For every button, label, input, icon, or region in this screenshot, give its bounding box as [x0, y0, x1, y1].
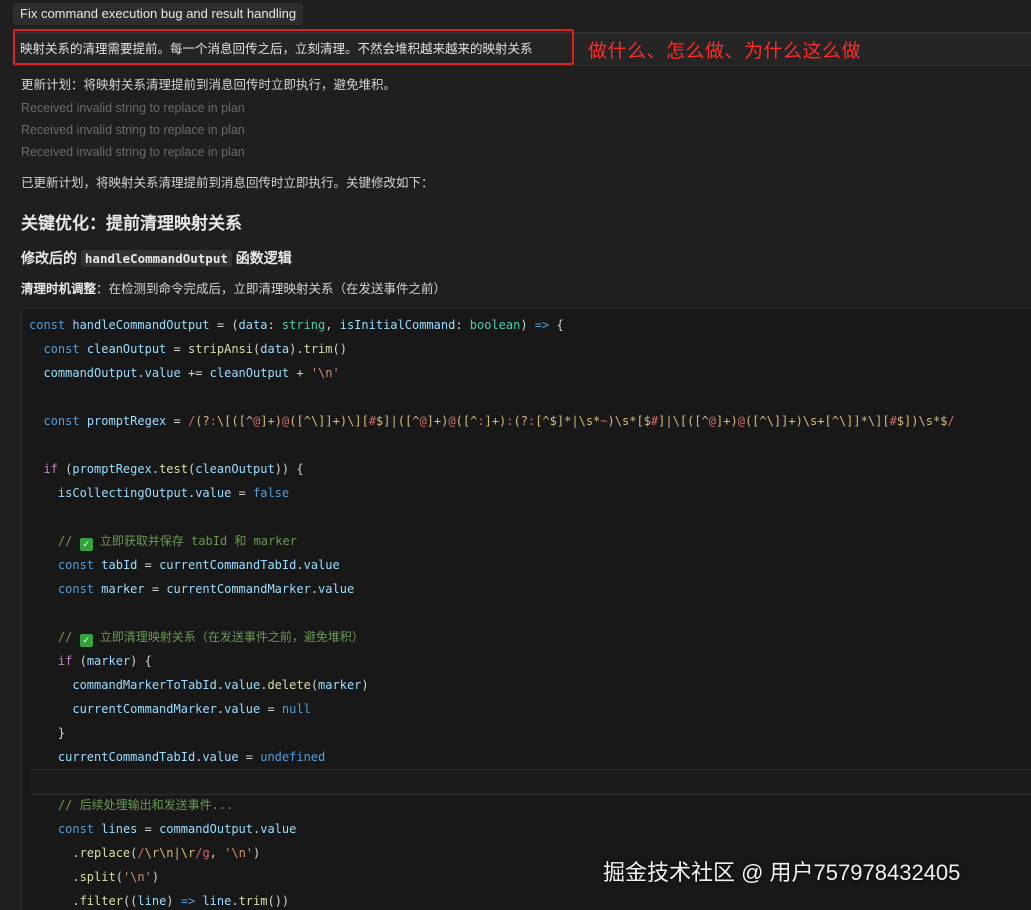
code-line: .filter((line) => line.trim())	[29, 894, 290, 908]
section-heading: 关键优化：提前清理映射关系	[21, 214, 242, 233]
subsection-heading: 修改后的 handleCommandOutput 函数逻辑	[21, 248, 292, 268]
code-line: .replace(/\r\n|\r/g, '\n')	[29, 846, 261, 860]
code-block[interactable]: const handleCommandOutput = (data: strin…	[21, 308, 1031, 910]
code-line: const promptRegex = /(?:\[([^@]+)@([^\]]…	[43, 414, 955, 428]
watermark: 掘金技术社区 @ 用户757978432405	[603, 860, 961, 885]
code-line: // ✓ 立即获取并保存 tabId 和 marker	[57, 534, 297, 551]
code-line: // ✓ 立即清理映射关系（在发送事件之前，避免堆积）	[57, 630, 364, 647]
code-line: if (promptRegex.test(cleanOutput)) {	[43, 462, 304, 476]
subheading-suffix: 函数逻辑	[231, 250, 292, 266]
code-line: currentCommandMarker.value = null	[72, 702, 311, 716]
note-label: 清理时机调整	[21, 282, 97, 296]
red-highlight-box	[13, 29, 574, 65]
code-line: // 后续处理输出和发送事件...	[57, 798, 234, 812]
subheading-prefix: 修改后的	[21, 250, 81, 266]
code-line: if (marker) {	[57, 654, 152, 668]
invalid-string-message: Received invalid string to replace in pl…	[21, 101, 245, 115]
note-text: ：在检测到命令完成后，立即清理映射关系（在发送事件之前）	[96, 282, 447, 296]
code-line: const tabId = currentCommandTabId.value	[57, 558, 340, 572]
code-line: const handleCommandOutput = (data: strin…	[29, 318, 564, 332]
invalid-string-message: Received invalid string to replace in pl…	[21, 123, 245, 137]
red-annotation-text: 做什么、怎么做、为什么这么做	[588, 41, 862, 62]
invalid-string-message: Received invalid string to replace in pl…	[21, 145, 245, 159]
code-line: const marker = currentCommandMarker.valu…	[57, 582, 355, 596]
code-line: }	[29, 726, 66, 740]
code-line: currentCommandTabId.value = undefined	[57, 750, 326, 764]
code-line: const lines = commandOutput.value	[57, 822, 297, 836]
current-line-highlight	[30, 769, 1031, 795]
plan-updated-message: 已更新计划，将映射关系清理提前到消息回传时立即执行。关键修改如下：	[21, 176, 434, 190]
function-name-code: handleCommandOutput	[80, 250, 232, 267]
task-title[interactable]: Fix command execution bug and result han…	[13, 3, 304, 25]
code-line: .split('\n')	[29, 870, 160, 884]
check-icon: ✓	[79, 538, 93, 551]
cleanup-timing-note: 清理时机调整：在检测到命令完成后，立即清理映射关系（在发送事件之前）	[21, 278, 446, 297]
update-plan-message: 更新计划：将映射关系清理提前到消息回传时立即执行，避免堆积。	[21, 78, 397, 92]
code-line: const cleanOutput = stripAnsi(data).trim…	[43, 342, 347, 356]
check-icon: ✓	[79, 634, 93, 647]
code-line: isCollectingOutput.value = false	[57, 486, 290, 500]
chat-panel: Fix command execution bug and result han…	[0, 0, 1031, 910]
code-line: commandMarkerToTabId.value.delete(marker…	[72, 678, 369, 692]
code-line: commandOutput.value += cleanOutput + '\n…	[43, 366, 340, 380]
